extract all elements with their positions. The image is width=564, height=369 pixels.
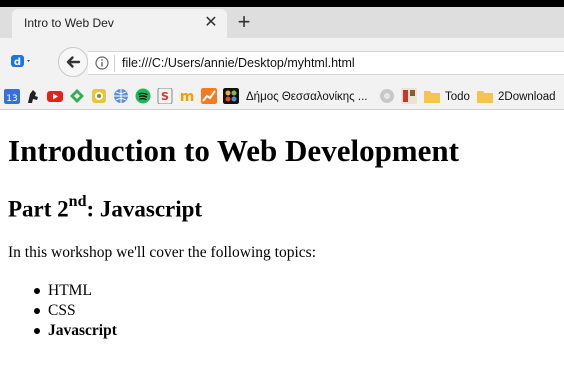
download-folder-icon — [477, 91, 493, 103]
grey-globe-bookmark-icon[interactable] — [379, 88, 395, 104]
page-content: Introduction to Web Development Part 2nd… — [0, 111, 564, 369]
dragon-bookmark-icon[interactable] — [25, 88, 41, 104]
subheading-suffix: : Javascript — [86, 196, 203, 222]
archive-bookmark-icon[interactable] — [401, 88, 417, 104]
joomla-bookmark-icon[interactable] — [223, 88, 239, 104]
svg-text:m: m — [180, 89, 195, 104]
tab-strip: Intro to Web Dev ✕ + — [0, 0, 564, 38]
youtube-bookmark-icon[interactable] — [47, 88, 63, 104]
calendar-bookmark-icon[interactable]: 13 — [4, 88, 20, 104]
page-heading: Introduction to Web Development — [8, 133, 459, 168]
todo-folder-icon — [424, 91, 440, 103]
extension-d-icon[interactable]: d — [11, 53, 33, 69]
tab-title: Intro to Web Dev — [24, 16, 114, 30]
address-bar[interactable]: file:///C:/Users/annie/Desktop/myhtml.ht… — [88, 51, 564, 75]
slides-bookmark-icon[interactable]: S — [157, 88, 173, 104]
svg-text:d: d — [14, 57, 21, 68]
globe-bookmark-icon[interactable] — [113, 88, 129, 104]
intro-paragraph: In this workshop we'll cover the followi… — [8, 244, 317, 261]
url-text[interactable]: file:///C:/Users/annie/Desktop/myhtml.ht… — [122, 56, 355, 70]
bookmarks-bar: 13 S m Δήμος Θεσσαλονίκης ... Todo 2Down… — [0, 82, 564, 110]
calendar-bookmark-label: 13 — [6, 94, 17, 104]
url-separator — [114, 55, 115, 72]
new-tab-button[interactable]: + — [234, 11, 254, 33]
feedly-bookmark-icon[interactable] — [69, 88, 85, 104]
list-item: CSS — [8, 301, 117, 321]
tab-intro-to-web-dev[interactable]: Intro to Web Dev ✕ — [12, 9, 227, 38]
svg-text:S: S — [161, 90, 169, 103]
back-button[interactable] — [58, 47, 88, 77]
bookmark-municipality[interactable]: Δήμος Θεσσαλονίκης ... — [246, 91, 368, 103]
moodle-bookmark-icon[interactable]: m — [179, 88, 195, 104]
subheading-prefix: Part 2 — [8, 196, 69, 222]
topics-list: HTML CSS Javascript — [8, 281, 117, 341]
bookmark-todo[interactable]: Todo — [445, 91, 470, 103]
camera-bookmark-icon[interactable] — [91, 88, 107, 104]
list-item: Javascript — [8, 321, 117, 341]
back-arrow-icon — [66, 56, 81, 68]
list-item: HTML — [8, 281, 117, 301]
info-icon[interactable] — [95, 56, 109, 70]
toolbar: d file:///C:/Users/annie/Desktop/myhtml.… — [0, 38, 564, 82]
page-subheading: Part 2nd: Javascript — [8, 193, 203, 223]
bookmark-2download[interactable]: 2Download — [498, 91, 556, 103]
close-tab-icon[interactable]: ✕ — [203, 15, 219, 31]
spotify-bookmark-icon[interactable] — [135, 88, 151, 104]
chart-bookmark-icon[interactable] — [201, 88, 217, 104]
subheading-superscript: nd — [68, 193, 87, 210]
